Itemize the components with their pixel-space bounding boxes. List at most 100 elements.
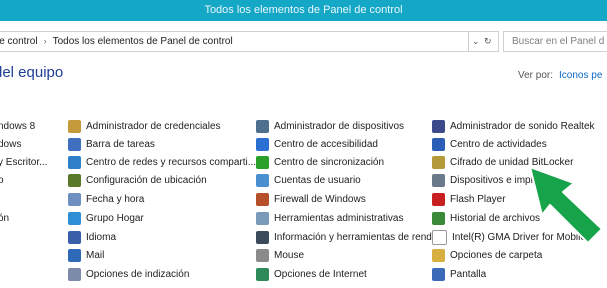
window-title: Todos los elementos de Panel de control	[204, 4, 403, 16]
control-panel-item-label: Centro de sincronización	[274, 157, 385, 168]
control-panel-item[interactable]: Opciones de Internet	[256, 267, 367, 283]
file-history-icon	[432, 211, 445, 225]
mail-icon	[68, 248, 81, 262]
control-panel-item[interactable]: Fecha y hora	[68, 192, 144, 208]
control-panel-item-label: Administrador de dispositivos	[274, 121, 405, 132]
date-time-icon	[68, 192, 81, 206]
display-icon	[432, 267, 445, 281]
control-panel-item-label: Información y herramientas de rendi...	[274, 232, 443, 243]
chevron-down-icon[interactable]: ⌄	[472, 32, 480, 51]
control-panel-item-label: Centro de actividades	[450, 139, 547, 150]
control-panel-item[interactable]: Flash Player	[432, 192, 506, 208]
control-panel-item-label: Mouse	[274, 250, 305, 261]
control-panel-item-label: Fecha y hora	[86, 194, 145, 205]
control-panel-item[interactable]: Grupo Hogar	[68, 211, 144, 227]
control-panel-item[interactable]: y Escritor...	[0, 155, 47, 171]
control-panel-item-label: Pantalla	[450, 269, 487, 280]
control-panel-item[interactable]: Centro de redes y recursos comparti...	[68, 155, 256, 171]
indexing-options-icon	[68, 267, 81, 281]
control-panel-item-label: Grupo Hogar	[86, 213, 144, 224]
address-controls: ⌄ ↻	[468, 31, 499, 52]
search-placeholder: Buscar en el Panel d	[512, 36, 605, 47]
control-panel-item-label: Centro de redes y recursos comparti...	[86, 157, 257, 168]
address-bar: le control › Todos los elementos de Panel …	[0, 29, 607, 53]
breadcrumb-separator-icon[interactable]: ›	[38, 32, 53, 51]
page-heading: del equipo	[0, 64, 64, 81]
control-panel-item-label: ndows 8	[0, 121, 36, 132]
control-panel-item-label: Administrador de sonido Realtek	[450, 121, 595, 132]
control-panel-item-label: Configuración de ubicación	[86, 175, 207, 186]
breadcrumb-item-all-items[interactable]: Todos los elementos de Panel de control	[53, 32, 233, 51]
control-panel-item[interactable]: Configuración de ubicación	[68, 173, 207, 189]
homegroup-icon	[68, 211, 81, 225]
performance-info-icon	[256, 230, 269, 244]
device-manager-icon	[256, 119, 269, 133]
control-panel-item-label: o	[0, 175, 4, 186]
search-input[interactable]: Buscar en el Panel d	[503, 31, 607, 52]
control-panel-item[interactable]: Información y herramientas de rendi...	[256, 230, 442, 246]
control-panel-item-label: Flash Player	[450, 194, 506, 205]
control-panel-item[interactable]: Administrador de dispositivos	[256, 119, 404, 135]
realtek-audio-icon	[432, 119, 445, 133]
control-panel-item-label: Barra de tareas	[86, 139, 155, 150]
control-panel-item-label: Mail	[86, 250, 105, 261]
control-panel-item[interactable]: Centro de accesibilidad	[256, 137, 378, 153]
control-panel-item[interactable]: Cuentas de usuario	[256, 173, 361, 189]
control-panel-item[interactable]: Administrador de sonido Realtek	[432, 119, 595, 135]
control-panel-item[interactable]: Administrador de credenciales	[68, 119, 221, 135]
control-panel-item[interactable]: ón	[0, 211, 9, 227]
user-accounts-icon	[256, 173, 269, 187]
control-panel-item[interactable]: dows	[0, 137, 21, 153]
title-bar: Todos los elementos de Panel de control	[0, 0, 607, 21]
view-by-dropdown[interactable]: Iconos pe	[559, 70, 602, 81]
control-panel-item-label: Herramientas administrativas	[274, 213, 404, 224]
internet-options-icon	[256, 267, 269, 281]
control-panel-item[interactable]: Centro de actividades	[432, 137, 547, 153]
control-panel-item-label: Idioma	[86, 232, 117, 243]
bitlocker-icon	[432, 155, 445, 169]
devices-printers-icon	[432, 173, 445, 187]
control-panel-item[interactable]: Mouse	[256, 248, 304, 264]
sync-center-icon	[256, 155, 269, 169]
action-center-icon	[432, 137, 445, 151]
location-settings-icon	[68, 173, 81, 187]
windows-firewall-icon	[256, 192, 269, 206]
control-panel-item[interactable]: Firewall de Windows	[256, 192, 366, 208]
control-panel-item[interactable]: Idioma	[68, 230, 116, 246]
breadcrumb-item-control-panel[interactable]: le control	[0, 32, 38, 51]
control-panel-item[interactable]: Mail	[68, 248, 104, 264]
control-panel-item-label: Historial de archivos	[450, 213, 541, 224]
ease-of-access-icon	[256, 137, 269, 151]
control-panel-item[interactable]: Herramientas administrativas	[256, 211, 404, 227]
control-panel-item-label: ón	[0, 213, 10, 224]
control-panel-item-label: Opciones de indización	[86, 269, 190, 280]
language-icon	[68, 230, 81, 244]
taskbar-icon	[68, 137, 81, 151]
control-panel-item-label: dows	[0, 139, 22, 150]
control-panel-item-label: Administrador de credenciales	[86, 121, 221, 132]
control-panel-item-label: Firewall de Windows	[274, 194, 366, 205]
control-panel-item[interactable]: ndows 8	[0, 119, 35, 135]
control-panel-item-label: Centro de accesibilidad	[274, 139, 378, 150]
mouse-icon	[256, 248, 269, 262]
intel-gma-icon	[432, 229, 447, 245]
view-by-label: Ver por:	[518, 70, 554, 81]
admin-tools-icon	[256, 211, 269, 225]
breadcrumb[interactable]: le control › Todos los elementos de Panel …	[0, 31, 469, 52]
control-panel-item[interactable]: Historial de archivos	[432, 211, 540, 227]
network-center-icon	[68, 155, 81, 169]
folder-options-icon	[432, 248, 445, 262]
control-panel-item-label: Opciones de Internet	[274, 269, 367, 280]
green-arrow-pointer-icon	[529, 166, 603, 244]
control-panel-item[interactable]: Barra de tareas	[68, 137, 155, 153]
control-panel-item-label: Cuentas de usuario	[274, 175, 361, 186]
view-by: Ver por: Iconos pe	[518, 70, 602, 81]
control-panel-item[interactable]: Centro de sincronización	[256, 155, 384, 171]
control-panel-item[interactable]: Opciones de carpeta	[432, 248, 542, 264]
credential-manager-icon	[68, 119, 81, 133]
control-panel-item[interactable]: Opciones de indización	[68, 267, 189, 283]
refresh-icon[interactable]: ↻	[484, 32, 492, 51]
flash-player-icon	[432, 192, 445, 206]
control-panel-item[interactable]: Pantalla	[432, 267, 486, 283]
control-panel-item[interactable]: o	[0, 173, 4, 189]
